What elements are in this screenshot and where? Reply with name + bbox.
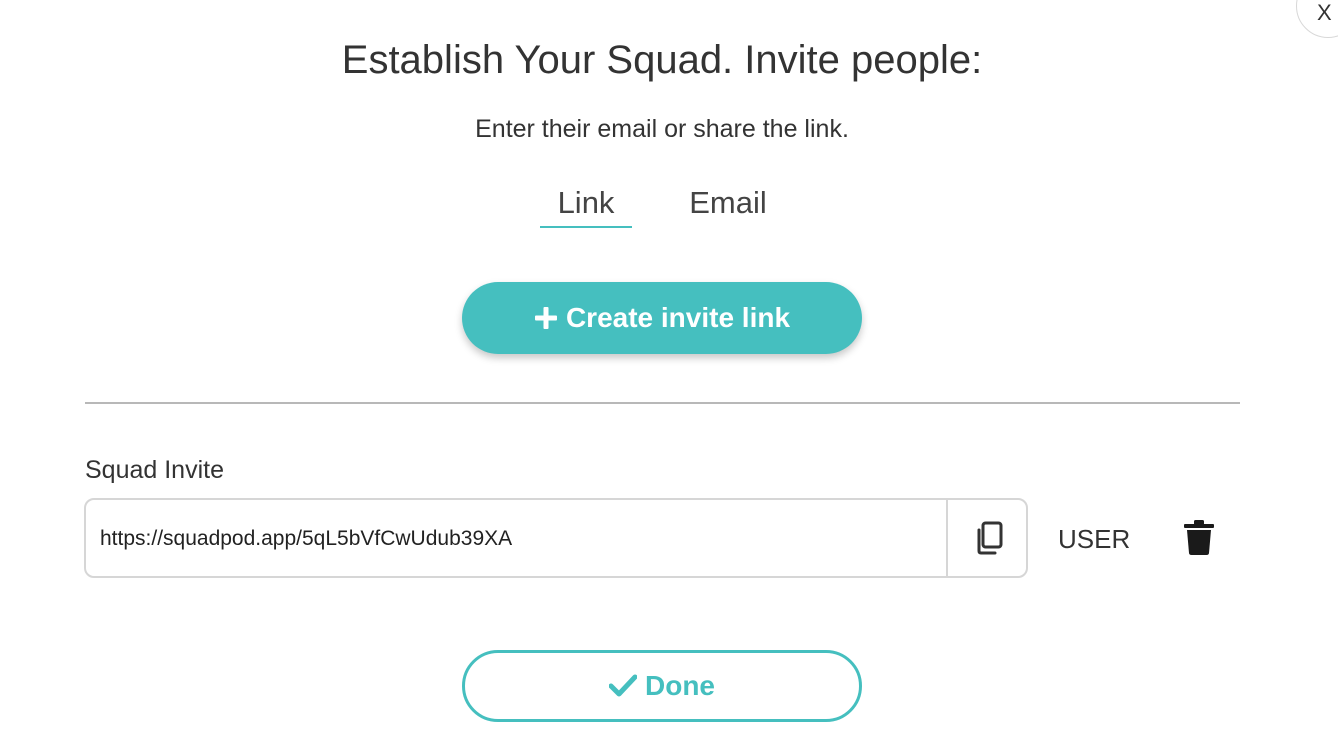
- copy-link-button[interactable]: [946, 500, 1030, 576]
- squad-invite-label: Squad Invite: [85, 456, 224, 484]
- create-invite-link-button[interactable]: Create invite link: [462, 282, 862, 354]
- tab-link[interactable]: Link: [540, 184, 632, 228]
- check-icon: [609, 674, 637, 697]
- modal-title: Establish Your Squad. Invite people:: [341, 38, 983, 82]
- copy-icon: [977, 521, 1003, 555]
- section-divider: [85, 402, 1240, 404]
- modal-subtitle: Enter their email or share the link.: [475, 115, 849, 143]
- invite-link-field: [84, 498, 1028, 578]
- plus-icon: [534, 307, 557, 329]
- invite-modal: X Establish Your Squad. Invite people: E…: [0, 0, 1338, 746]
- close-button[interactable]: X: [1296, 0, 1338, 38]
- tab-email[interactable]: Email: [680, 184, 776, 222]
- done-label: Done: [645, 670, 715, 701]
- create-invite-link-label: Create invite link: [565, 302, 791, 333]
- trash-icon: [1184, 520, 1214, 555]
- invite-link-input[interactable]: [98, 500, 942, 578]
- close-icon[interactable]: X: [1317, 1, 1332, 25]
- invite-role[interactable]: USER: [1058, 524, 1130, 554]
- done-button[interactable]: Done: [462, 650, 862, 722]
- delete-invite-button[interactable]: [1184, 520, 1214, 556]
